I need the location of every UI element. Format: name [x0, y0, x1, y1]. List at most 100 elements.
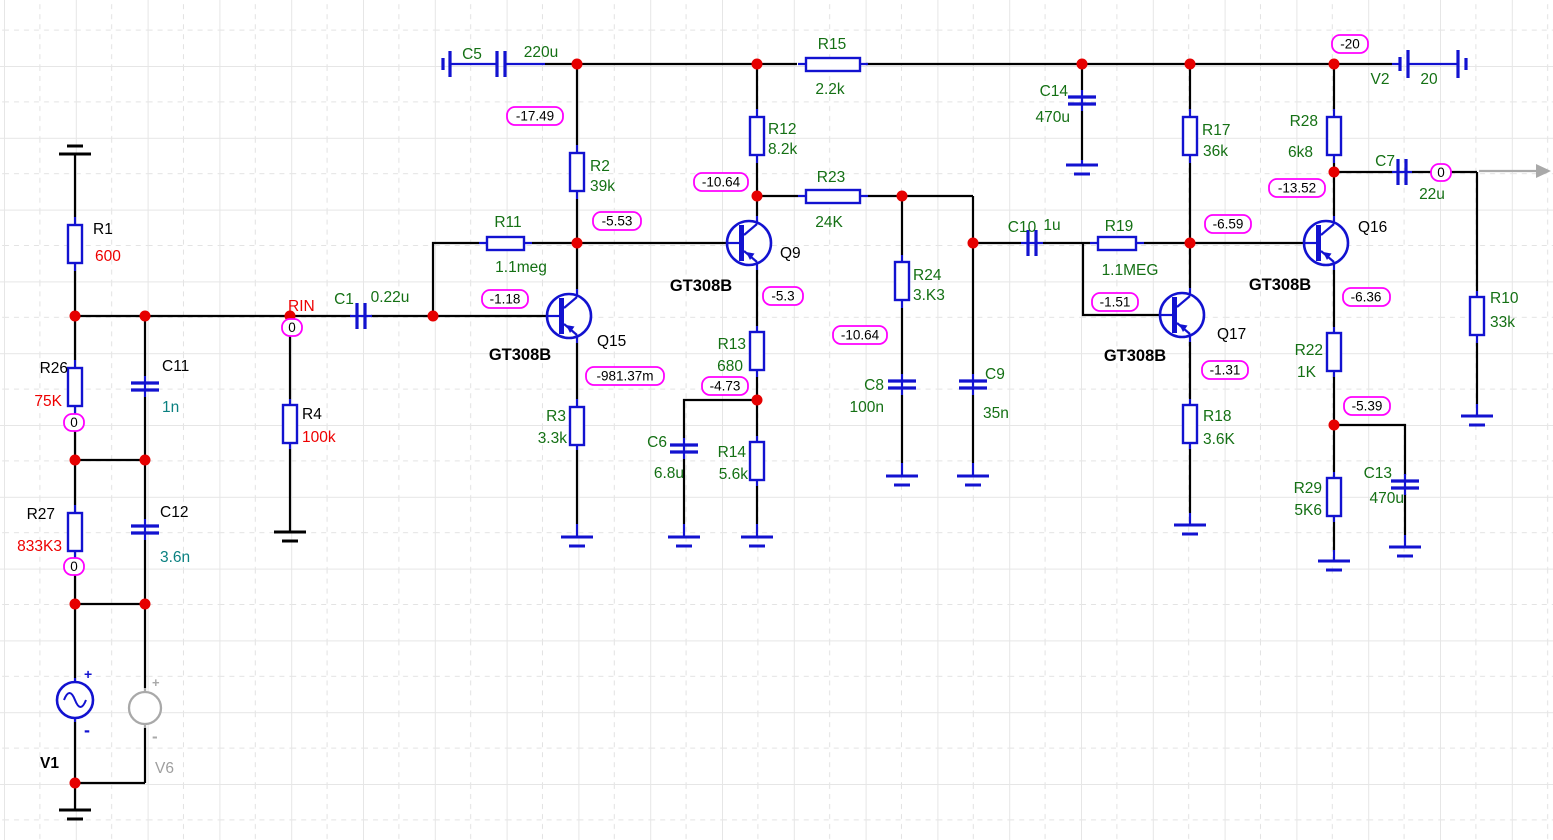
Q15-label: Q15: [597, 333, 626, 350]
R17-label: R17: [1202, 122, 1230, 139]
R28-label: R28: [1290, 113, 1318, 130]
probe-value: -5.53: [602, 214, 633, 229]
R24-value: 3.K3: [913, 287, 945, 304]
R2-value: 39k: [590, 178, 615, 195]
R26-label: R26: [40, 360, 68, 377]
C5-value: 220u: [524, 44, 558, 61]
C5-label: C5: [462, 46, 482, 63]
R12-label: R12: [768, 121, 796, 138]
probe-q17-base[interactable]: -1.51: [1091, 292, 1139, 312]
R13-label: R13: [718, 336, 746, 353]
Q9-label: Q9: [780, 245, 801, 262]
probe-value: -5.39: [1352, 399, 1383, 414]
probe-q15-collector[interactable]: -5.53: [592, 211, 642, 231]
C13-label: C13: [1364, 465, 1392, 482]
R28-value: 6k8: [1288, 144, 1313, 161]
C6-value: 6.8u: [654, 465, 684, 482]
Q9-part: GT308B: [670, 277, 732, 295]
probe-value: -10.64: [702, 175, 741, 190]
C12-label: C12: [160, 504, 188, 521]
probe-value: -17.49: [516, 109, 554, 124]
C7-value: 22u: [1419, 186, 1445, 203]
probe-r26-bottom[interactable]: 0: [63, 413, 85, 432]
R26-value: 75K: [34, 393, 62, 410]
C8-label: C8: [864, 377, 884, 394]
R4-label: R4: [302, 406, 322, 423]
C1-value: 0.22u: [371, 289, 410, 306]
C14-value: 470u: [1036, 109, 1070, 126]
R29-value: 5K6: [1294, 502, 1322, 519]
probe-q16-emitter[interactable]: -6.36: [1342, 287, 1391, 307]
probe-rin[interactable]: 0: [281, 318, 303, 337]
R14-label: R14: [718, 444, 747, 461]
C1-label: C1: [334, 291, 354, 308]
R13-value: 680: [717, 358, 743, 375]
probe-rail-left[interactable]: -17.49: [506, 106, 564, 126]
R27-label: R27: [27, 506, 55, 523]
probe-value: -1.18: [490, 292, 521, 307]
R1-label: R1: [93, 221, 113, 238]
R19-value: 1.1MEG: [1102, 262, 1159, 279]
C9-label: C9: [985, 366, 1005, 383]
R18-value: 3.6K: [1203, 431, 1236, 448]
R29-label: R29: [1294, 480, 1322, 497]
R2-label: R2: [590, 158, 610, 175]
probe-value: -20: [1340, 37, 1360, 52]
probe-value: 0: [288, 320, 296, 335]
C7-label: C7: [1375, 153, 1395, 170]
R10-label: R10: [1490, 290, 1519, 307]
Q16-label: Q16: [1358, 219, 1387, 236]
probe-value: -10.64: [841, 328, 880, 343]
probe-q15-emitter[interactable]: -981.37m: [585, 366, 665, 386]
probe-q17-collector[interactable]: -6.59: [1204, 214, 1252, 234]
probe-r27-bottom[interactable]: 0: [63, 557, 85, 576]
probe-r22-bottom[interactable]: -5.39: [1343, 396, 1391, 416]
C11-label: C11: [162, 358, 189, 375]
probe-r13-bottom[interactable]: -4.73: [701, 376, 749, 396]
C11-value: 1n: [162, 399, 179, 416]
Q16-part: GT308B: [1249, 276, 1311, 294]
R22-value: 1K: [1297, 364, 1317, 381]
probe-value: 0: [70, 559, 78, 574]
schematic-canvas[interactable]: R1 600 R26 75K R27 833K3 R4 100k R2 39k …: [0, 0, 1553, 840]
probe-r24-bottom[interactable]: -10.64: [832, 325, 888, 345]
R23-value: 24K: [815, 214, 843, 231]
R15-value: 2.2k: [815, 81, 845, 98]
probe-q9-collector[interactable]: -10.64: [693, 172, 749, 192]
probe-value: 0: [1437, 165, 1445, 180]
C10-value: 1u: [1043, 217, 1060, 234]
V1-minus: -: [84, 720, 90, 740]
probe-value: -5.3: [771, 289, 794, 304]
probe-value: -4.73: [710, 379, 741, 394]
probe-value: -6.59: [1213, 217, 1244, 232]
C13-value: 470u: [1370, 490, 1404, 507]
probe-q16-collector[interactable]: -13.52: [1268, 178, 1326, 198]
probe-q17-emitter[interactable]: -1.31: [1201, 360, 1249, 380]
Q17-part: GT308B: [1104, 347, 1166, 365]
R23-label: R23: [817, 169, 845, 186]
R11-label: R11: [494, 214, 521, 231]
probe-q9-emitter[interactable]: -5.3: [762, 286, 804, 306]
probe-output[interactable]: 0: [1430, 163, 1452, 182]
R17-value: 36k: [1203, 143, 1228, 160]
R10-value: 33k: [1490, 314, 1515, 331]
probe-q15-base[interactable]: -1.18: [481, 289, 529, 309]
probe-value: 0: [70, 415, 78, 430]
Q15-part: GT308B: [489, 346, 551, 364]
R3-label: R3: [546, 408, 566, 425]
V2-value: 20: [1420, 71, 1438, 88]
R18-label: R18: [1203, 408, 1231, 425]
probe-value: -6.36: [1351, 290, 1382, 305]
V1-plus: +: [84, 666, 92, 682]
C10-label: C10: [1008, 219, 1037, 236]
R19-label: R19: [1105, 218, 1133, 235]
R27-value: 833K3: [17, 538, 62, 555]
R15-label: R15: [818, 36, 846, 53]
Q17-label: Q17: [1217, 326, 1246, 343]
probe-rail-right[interactable]: -20: [1331, 34, 1369, 54]
R22-label: R22: [1295, 342, 1323, 359]
R1-value: 600: [95, 248, 121, 265]
R14-value: 5.6k: [719, 466, 749, 483]
probe-value: -1.31: [1210, 363, 1241, 378]
C6-label: C6: [647, 434, 667, 451]
